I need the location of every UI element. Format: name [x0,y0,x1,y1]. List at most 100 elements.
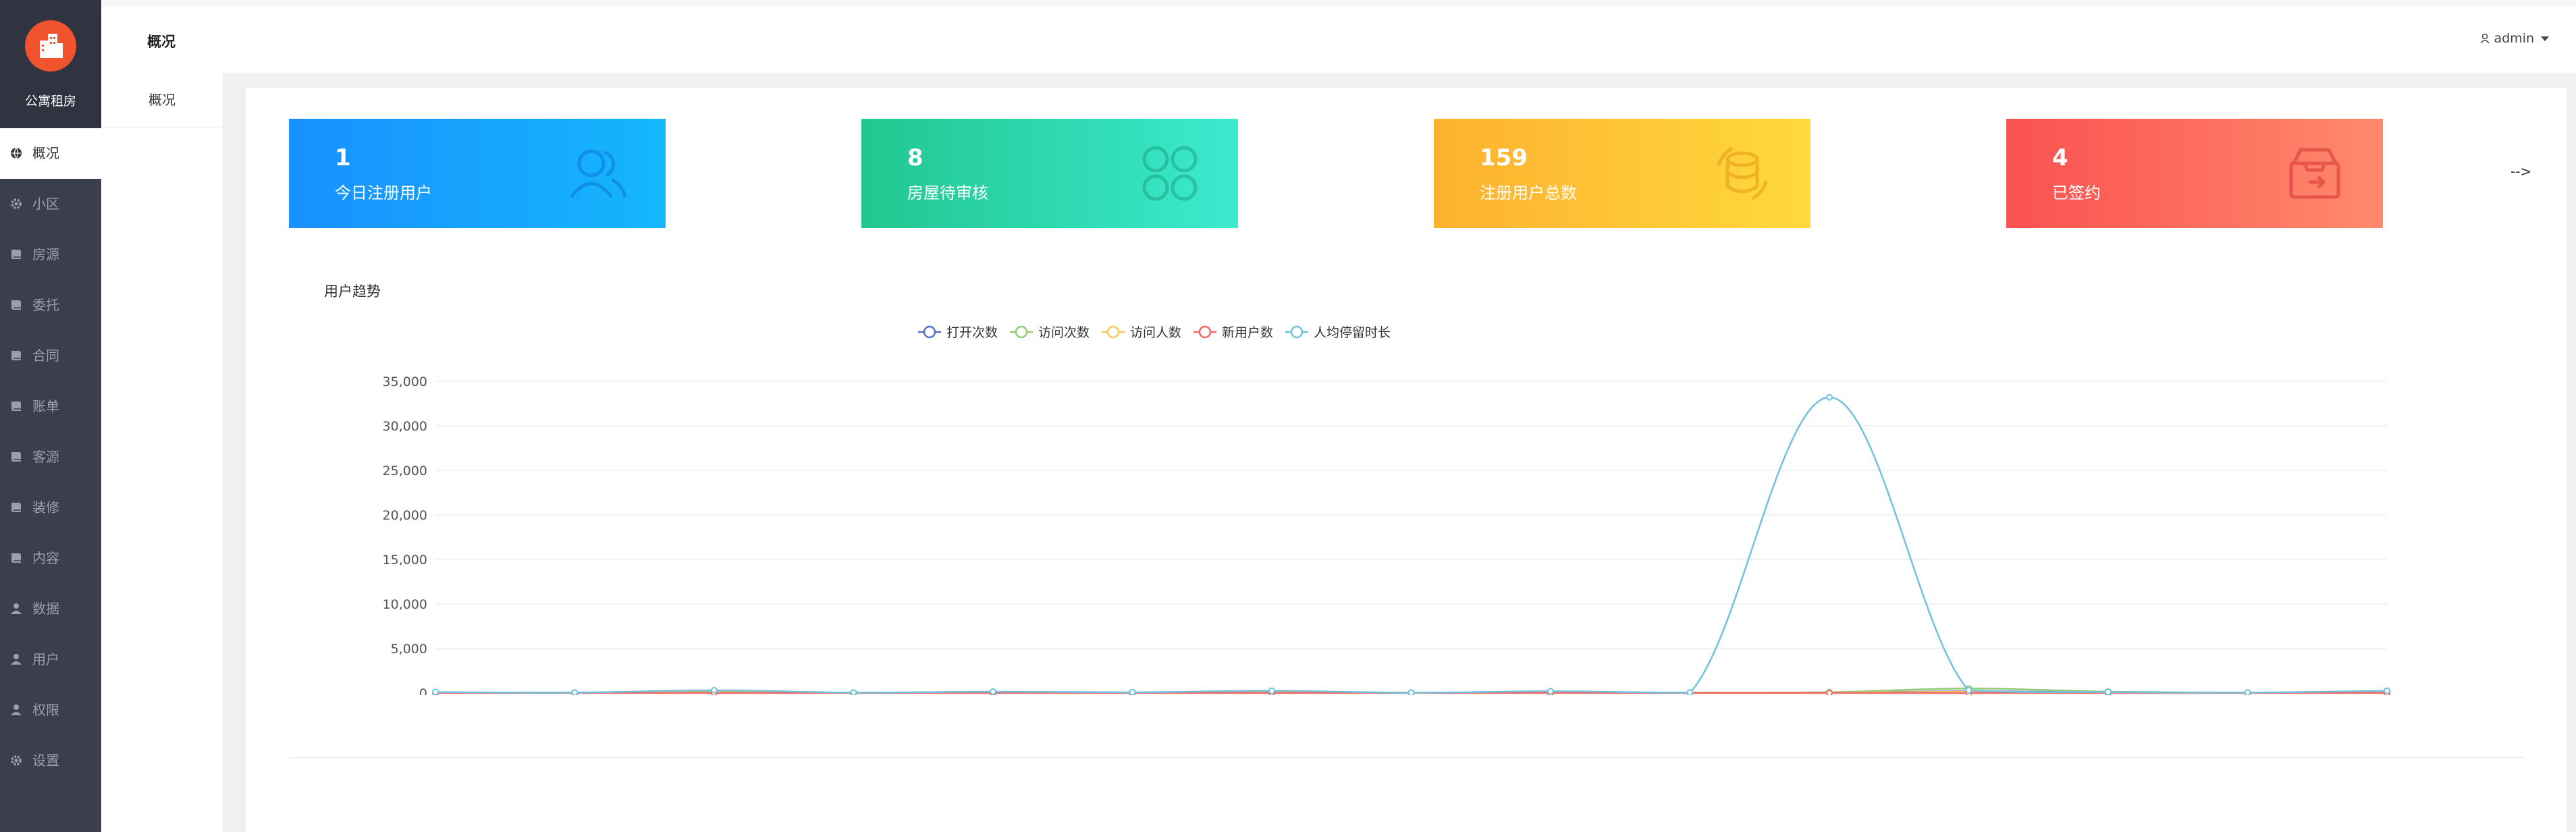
chart-grid [435,381,2387,694]
user-trend-chart: 打开次数 访问次数 访问人数 新用户数 人均停留时长 0 5,000 10,000 15,00… [383,325,2390,695]
chart-legend[interactable]: 打开次数 访问次数 访问人数 新用户数 人均停留时长 [918,325,1391,340]
data-point[interactable] [2244,689,2251,695]
user-icon [2480,33,2490,44]
app-name: 公寓租房 [24,94,76,109]
stat-card-signed[interactable]: 4 已签约 [2006,119,2383,228]
legend-swatch-marker [1290,325,1304,339]
main-panel: 1 今日注册用户 8 房屋待审核 159 注册用户总数 4 已签约 --> 用户… [246,88,2567,832]
data-point[interactable] [990,688,996,695]
data-point[interactable] [571,689,579,695]
legend-swatch-marker [923,325,936,339]
sidebar-item-7[interactable]: 装修 [0,482,101,533]
book-icon [11,452,21,462]
stat-label: 注册用户总数 [1480,184,1577,202]
sidebar-item-1[interactable]: 小区 [0,179,101,229]
sidebar-item-label: 房源 [32,246,59,262]
top-header: 概况 admin [101,7,2576,73]
sidebar-item-10[interactable]: 用户 [0,634,101,685]
sidebar-item-label: 装修 [32,499,59,516]
legend-label: 访问人数 [1130,325,1181,340]
data-point[interactable] [2384,687,2390,694]
sidebar-item-5[interactable]: 账单 [0,381,101,432]
data-point[interactable] [850,689,857,695]
data-point[interactable] [1826,689,1833,695]
sidebar-item-label: 合同 [32,348,59,364]
book-icon [11,351,21,360]
data-point[interactable] [1965,687,1973,694]
globe-icon [11,147,22,159]
data-point[interactable] [1826,393,1833,401]
sidebar-item-label: 客源 [32,449,59,465]
user-icon [11,603,22,614]
app-logo [25,20,76,72]
caret-down-icon [2541,36,2549,41]
sidebar-item-label: 概况 [32,145,59,161]
sidebar-item-6[interactable]: 客源 [0,432,101,482]
legend-item-0[interactable]: 打开次数 [918,325,998,340]
legend-swatch-marker [1015,325,1028,339]
y-tick-label: 30,000 [383,419,427,434]
data-point[interactable] [1407,689,1415,695]
sub-nav: 概况 [101,73,223,832]
stat-value: 1 [335,144,351,171]
data-point[interactable] [1268,687,1275,694]
y-axis-ticks: 0 5,000 10,000 15,000 20,000 25,000 30,000 35,0… [383,375,427,695]
stat-value: 8 [907,144,923,171]
data-point[interactable] [1547,688,1554,695]
subnav-item-overview[interactable]: 概况 [101,73,223,128]
y-tick-label: 5,000 [391,642,427,657]
data-point[interactable] [711,687,718,694]
y-tick-label: 0 [419,686,427,695]
data-point[interactable] [2105,688,2112,695]
building-icon [40,34,63,58]
sidebar-item-4[interactable]: 合同 [0,331,101,381]
book-icon [11,553,21,563]
user-icon [11,704,22,715]
legend-label: 访问次数 [1038,325,1090,340]
book-icon [11,250,21,259]
book-icon [11,300,21,310]
sidebar-item-2[interactable]: 房源 [0,229,101,280]
gear-icon [11,755,22,766]
y-tick-label: 15,000 [383,553,427,567]
user-menu[interactable]: admin [2480,31,2549,46]
legend-label: 打开次数 [946,325,998,340]
sidebar-item-label: 小区 [32,196,59,212]
data-point[interactable] [432,688,439,695]
y-tick-label: 25,000 [383,464,427,478]
y-tick-label: 10,000 [383,597,427,612]
sidebar-item-3[interactable]: 委托 [0,280,101,331]
stat-label: 已签约 [2052,184,2101,202]
legend-item-4[interactable]: 人均停留时长 [1285,325,1391,340]
gear-icon [11,198,22,209]
legend-swatch-marker [1198,325,1212,339]
legend-swatch-marker [1106,325,1120,339]
stray-text: --> [2511,163,2532,179]
legend-item-1[interactable]: 访问次数 [1010,325,1090,340]
legend-item-2[interactable]: 访问人数 [1102,325,1181,340]
sidebar-menu: 概况小区房源委托合同账单客源装修内容数据 用户权限设置 [0,128,101,786]
inbox-icon [2289,148,2340,199]
sidebar-item-label: 设置 [32,752,59,769]
sidebar-item-label: 权限 [32,702,59,718]
chart-series [432,393,2390,695]
stat-card-pending-review[interactable]: 8 房屋待审核 [861,119,1238,228]
stat-card-total-users[interactable]: 159 注册用户总数 [1434,119,1810,228]
sidebar-item-11[interactable]: 权限 [0,685,101,736]
y-tick-label: 35,000 [383,375,427,389]
grid-icon [1142,146,1198,201]
sidebar-item-9[interactable]: 数据 [0,584,101,634]
data-point[interactable] [1686,689,1694,695]
legend-label: 新用户数 [1222,325,1273,340]
sidebar-item-8[interactable]: 内容 [0,533,101,584]
sidebar: 公寓租房 概况小区房源委托合同账单客源装修内容数据 用户权限设置 [0,0,101,832]
stat-card-today-users[interactable]: 1 今日注册用户 [289,119,666,228]
stat-value: 159 [1480,144,1528,171]
sidebar-item-label: 内容 [32,550,59,566]
sidebar-item-12[interactable]: 设置 [0,736,101,786]
legend-item-3[interactable]: 新用户数 [1193,325,1273,340]
stat-label: 房屋待审核 [907,184,988,202]
data-point[interactable] [1129,688,1136,695]
sidebar-item-0[interactable]: 概况 [0,128,101,179]
stat-value: 4 [2052,144,2068,171]
